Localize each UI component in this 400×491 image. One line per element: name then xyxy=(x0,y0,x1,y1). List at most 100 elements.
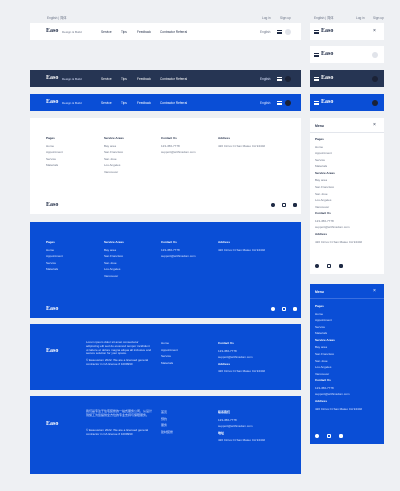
menu-link-appointment[interactable]: Appointment xyxy=(315,318,362,322)
brand-logo[interactable]: Easo xyxy=(321,51,333,58)
nav-service[interactable]: Service xyxy=(101,30,112,34)
nav-service[interactable]: Service xyxy=(101,77,112,81)
signup-link-mobile[interactable]: Sign up xyxy=(373,16,384,20)
facebook-icon[interactable] xyxy=(271,307,275,311)
phone-link[interactable]: 123-456-7778 xyxy=(218,349,265,353)
area-link[interactable]: San Francisco xyxy=(315,185,362,189)
phone-link[interactable]: 123-456-7778 xyxy=(218,418,265,422)
nav-contractor-referral[interactable]: Contractor Referral xyxy=(160,30,187,34)
wechat-icon[interactable] xyxy=(293,203,297,207)
wechat-icon[interactable] xyxy=(339,264,343,268)
hamburger-icon[interactable] xyxy=(314,30,319,34)
instagram-icon[interactable] xyxy=(282,203,286,207)
footer-link-appointment[interactable]: Appointment xyxy=(161,348,178,352)
footer-link-service-cn[interactable]: 服务 xyxy=(161,423,173,427)
hamburger-icon[interactable] xyxy=(277,77,282,81)
hamburger-icon[interactable] xyxy=(314,101,319,105)
brand-logo[interactable]: Easo xyxy=(46,28,58,35)
avatar[interactable] xyxy=(285,28,291,35)
phone-link[interactable]: 123-456-7778 xyxy=(315,386,362,390)
email-link[interactable]: support@withinsdom.com xyxy=(315,225,362,229)
instagram-icon[interactable] xyxy=(327,264,331,268)
menu-link-service[interactable]: Service xyxy=(315,158,362,162)
menu-link-materials[interactable]: Materials xyxy=(315,164,362,168)
language-switch-mobile[interactable]: English | 简体 xyxy=(314,16,333,20)
footer-link-appointment[interactable]: Appointment xyxy=(46,254,63,258)
nav-tips[interactable]: Tips xyxy=(121,30,127,34)
area-link[interactable]: San Francisco xyxy=(104,254,124,258)
brand-logo[interactable]: Easo xyxy=(46,348,58,355)
email-link[interactable]: support@withinsdom.com xyxy=(218,355,265,359)
brand-logo[interactable]: Easo xyxy=(321,28,333,35)
footer-link-materials-cn[interactable]: 建材装修 xyxy=(161,430,173,434)
footer-link-home[interactable]: Home xyxy=(161,341,178,345)
hamburger-icon[interactable] xyxy=(314,77,319,81)
area-link[interactable]: Bay area xyxy=(315,345,362,349)
nav-feedback[interactable]: Feedback xyxy=(137,30,151,34)
footer-link-home[interactable]: Home xyxy=(46,144,63,148)
instagram-icon[interactable] xyxy=(327,434,331,438)
area-link[interactable]: Los Angeles xyxy=(104,267,124,271)
brand-logo[interactable]: Easo xyxy=(46,202,58,209)
language-select[interactable]: English xyxy=(260,30,270,34)
nav-feedback[interactable]: Feedback xyxy=(137,101,151,105)
footer-link-home-cn[interactable]: 首页 xyxy=(161,410,173,414)
area-link[interactable]: Vancouver xyxy=(315,205,362,209)
footer-link-appointment[interactable]: Appointment xyxy=(46,150,63,154)
area-link[interactable]: Los Angeles xyxy=(104,163,124,167)
menu-link-home[interactable]: Home xyxy=(315,145,362,149)
brand-logo[interactable]: Easo xyxy=(46,75,58,82)
language-option-alt[interactable]: 简体 xyxy=(60,16,66,20)
hamburger-icon[interactable] xyxy=(277,30,282,34)
area-link[interactable]: Bay area xyxy=(104,144,124,148)
footer-link-service[interactable]: Service xyxy=(46,261,63,265)
area-link[interactable]: Bay area xyxy=(315,178,362,182)
wechat-icon[interactable] xyxy=(293,307,297,311)
footer-link-service[interactable]: Service xyxy=(161,354,178,358)
hamburger-icon[interactable] xyxy=(277,101,282,105)
brand-logo[interactable]: Easo xyxy=(321,75,333,82)
hamburger-icon[interactable] xyxy=(314,53,319,57)
menu-link-service[interactable]: Service xyxy=(315,325,362,329)
avatar[interactable] xyxy=(285,99,291,106)
language-option[interactable]: English xyxy=(47,16,57,20)
nav-feedback[interactable]: Feedback xyxy=(137,77,151,81)
area-link[interactable]: San Jose xyxy=(104,261,124,265)
instagram-icon[interactable] xyxy=(282,307,286,311)
area-link[interactable]: San Jose xyxy=(315,192,362,196)
footer-link-materials[interactable]: Materials xyxy=(161,361,178,365)
footer-link-home[interactable]: Home xyxy=(46,248,63,252)
area-link[interactable]: San Jose xyxy=(104,157,124,161)
brand-logo[interactable]: Easo xyxy=(321,99,333,106)
email-link[interactable]: support@withinsdom.com xyxy=(161,254,196,258)
phone-link[interactable]: 123-456-7778 xyxy=(161,144,196,148)
menu-link-home[interactable]: Home xyxy=(315,312,362,316)
nav-contractor-referral[interactable]: Contractor Referral xyxy=(160,101,187,105)
avatar[interactable] xyxy=(372,75,378,82)
brand-logo[interactable]: Easo xyxy=(46,421,58,428)
area-link[interactable]: Los Angeles xyxy=(315,365,362,369)
phone-link[interactable]: 123-456-7778 xyxy=(315,219,362,223)
close-icon[interactable]: × xyxy=(373,122,376,128)
footer-link-service[interactable]: Service xyxy=(46,157,63,161)
brand-logo[interactable]: Easo xyxy=(46,99,58,106)
brand-logo[interactable]: Easo xyxy=(46,306,58,313)
language-select[interactable]: English xyxy=(260,101,270,105)
area-link[interactable]: San Francisco xyxy=(315,352,362,356)
area-link[interactable]: Bay area xyxy=(104,248,124,252)
avatar[interactable] xyxy=(372,51,378,58)
language-switch[interactable]: English | 简体 xyxy=(47,16,66,20)
area-link[interactable]: San Francisco xyxy=(104,150,124,154)
close-icon[interactable]: × xyxy=(373,29,378,34)
close-icon[interactable]: × xyxy=(373,288,376,294)
menu-link-materials[interactable]: Materials xyxy=(315,331,362,335)
facebook-icon[interactable] xyxy=(271,203,275,207)
area-link[interactable]: Vancouver xyxy=(104,274,124,278)
area-link[interactable]: San Jose xyxy=(315,359,362,363)
avatar[interactable] xyxy=(372,99,378,106)
email-link[interactable]: support@withinsdom.com xyxy=(315,392,362,396)
signup-link[interactable]: Sign up xyxy=(280,16,291,20)
facebook-icon[interactable] xyxy=(315,264,319,268)
menu-link-appointment[interactable]: Appointment xyxy=(315,151,362,155)
footer-link-materials[interactable]: Materials xyxy=(46,163,63,167)
